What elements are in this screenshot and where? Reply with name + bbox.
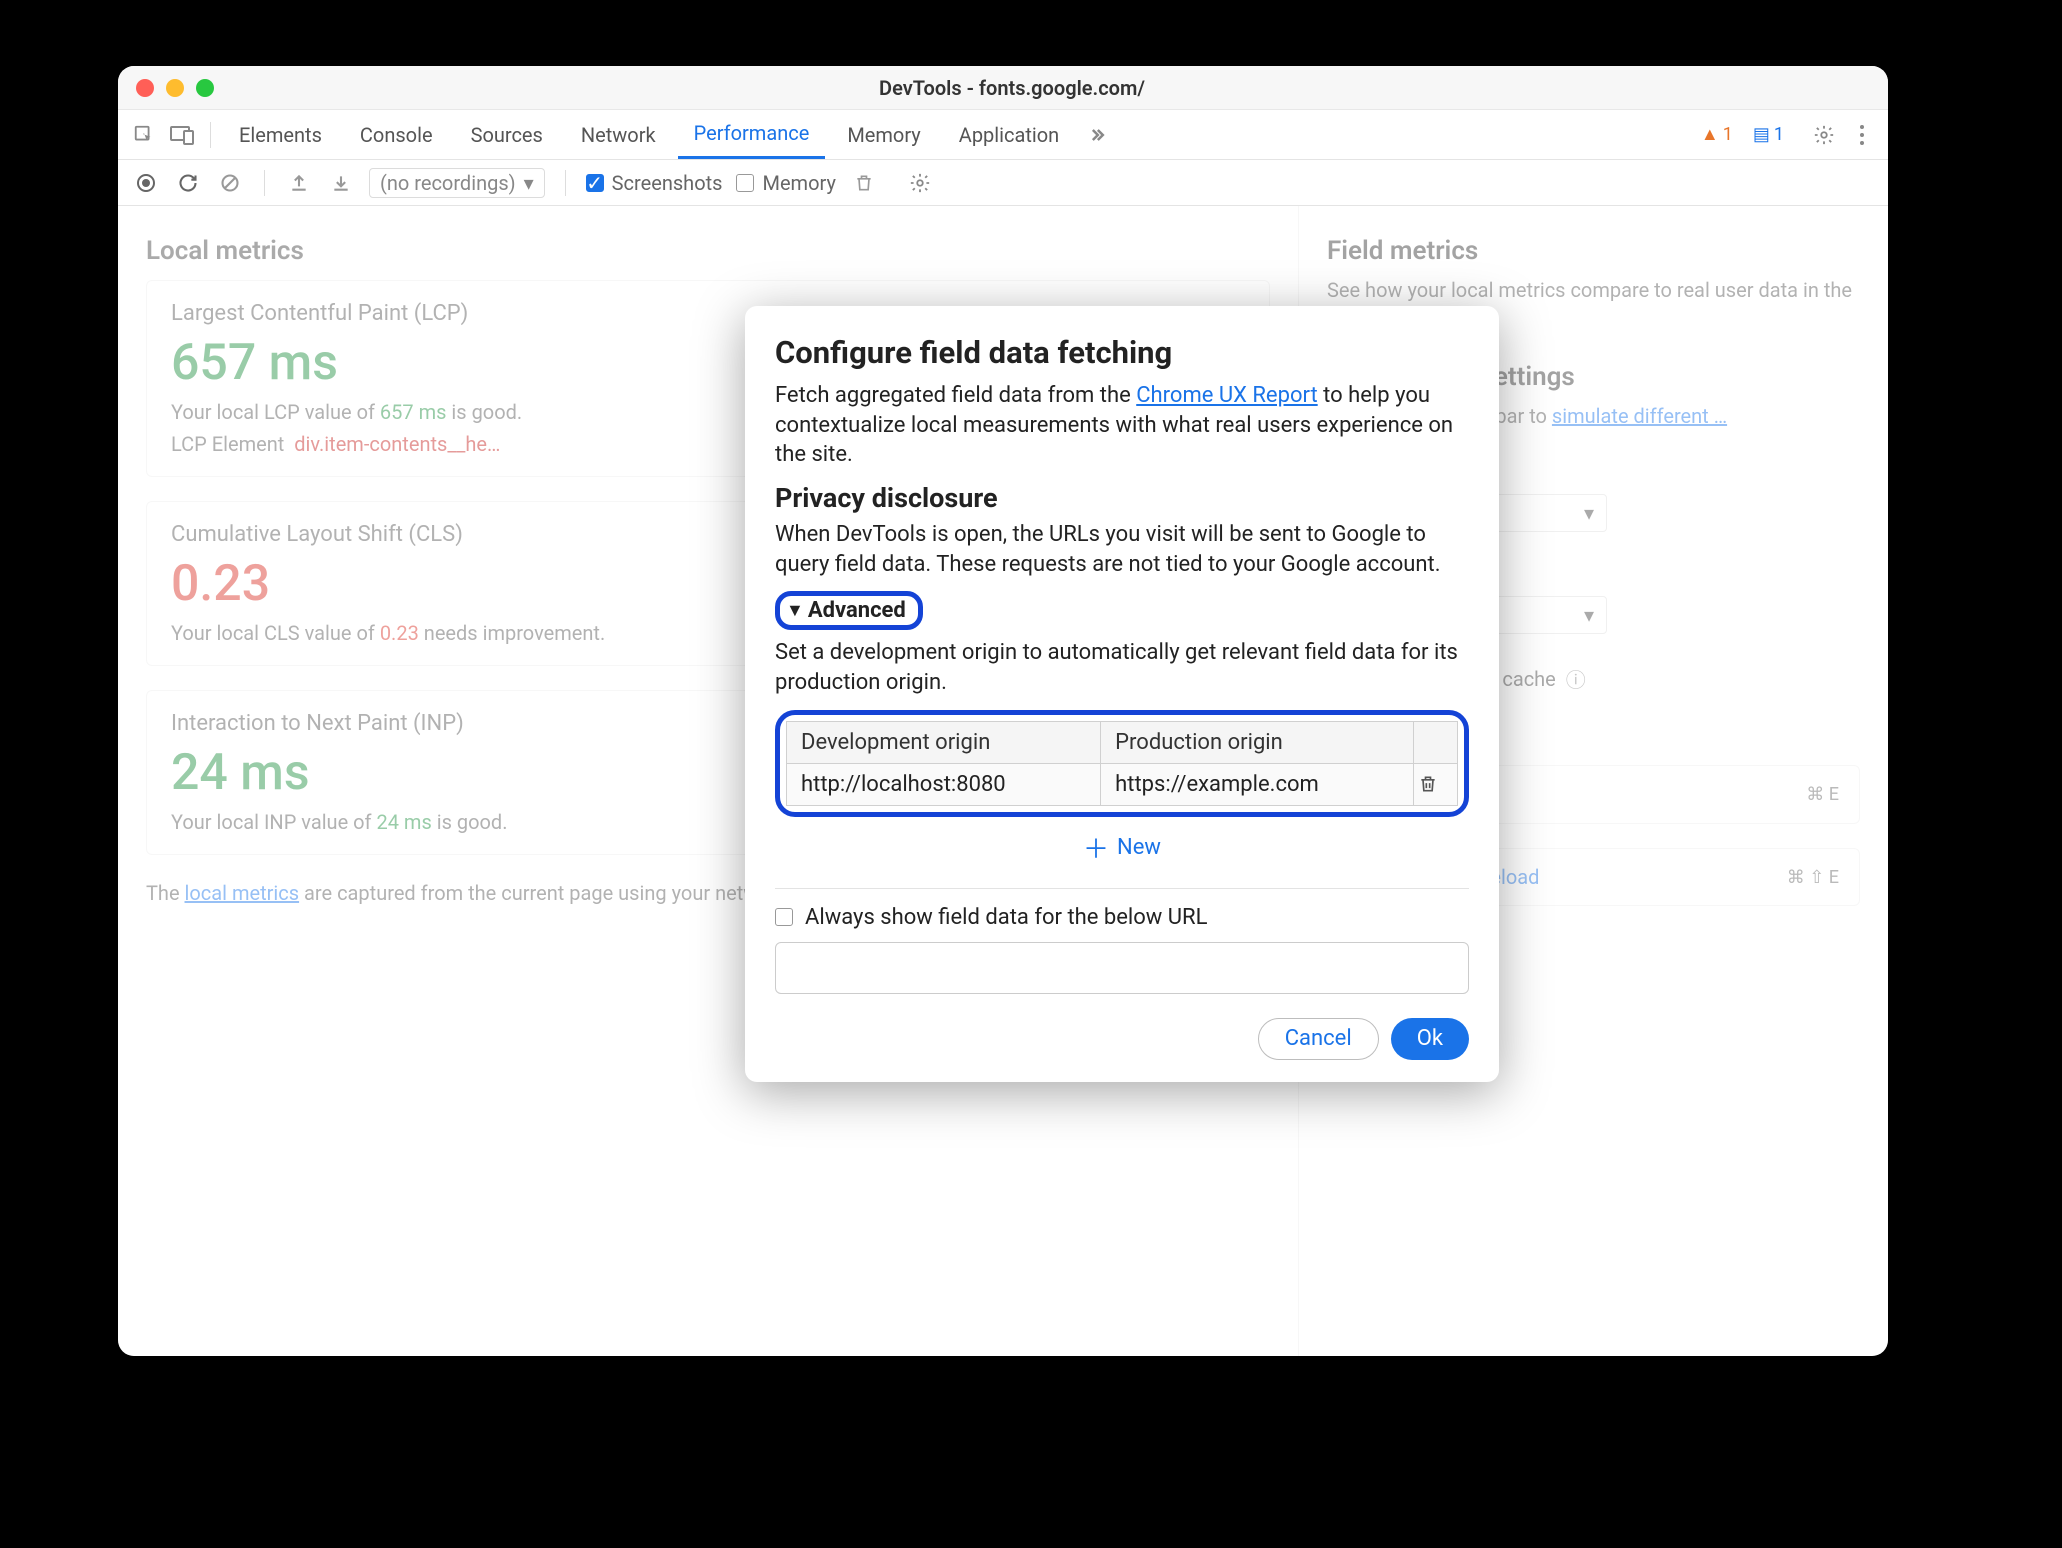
chevron-down-icon: ▾ bbox=[1584, 501, 1594, 525]
divider bbox=[775, 888, 1469, 889]
simulate-link[interactable]: simulate different … bbox=[1552, 404, 1727, 428]
chat-icon: ▤ bbox=[1753, 124, 1770, 145]
upload-icon[interactable] bbox=[285, 169, 313, 197]
ok-button[interactable]: Ok bbox=[1391, 1018, 1469, 1060]
warning-icon: ▲ bbox=[1701, 124, 1719, 145]
disclosure-triangle-icon: ▼ bbox=[786, 600, 804, 621]
tab-memory[interactable]: Memory bbox=[831, 110, 936, 159]
minimize-window-button[interactable] bbox=[166, 79, 184, 97]
dialog-intro: Fetch aggregated field data from the Chr… bbox=[775, 381, 1469, 470]
warnings-badge[interactable]: ▲ 1 bbox=[1701, 124, 1733, 145]
advanced-description: Set a development origin to automaticall… bbox=[775, 638, 1469, 697]
tab-application[interactable]: Application bbox=[943, 110, 1075, 159]
always-show-checkbox[interactable]: Always show field data for the below URL bbox=[775, 905, 1469, 930]
settings-icon[interactable] bbox=[1808, 119, 1840, 151]
prod-origin-cell[interactable]: https://example.com bbox=[1101, 763, 1414, 805]
tab-sources[interactable]: Sources bbox=[455, 110, 559, 159]
table-row: http://localhost:8080 https://example.co… bbox=[787, 763, 1458, 805]
field-data-config-dialog: Configure field data fetching Fetch aggr… bbox=[745, 306, 1499, 1082]
memory-checkbox[interactable]: Memory bbox=[736, 171, 835, 195]
chevron-down-icon: ▾ bbox=[1584, 603, 1594, 627]
chevron-down-icon: ▾ bbox=[524, 171, 534, 195]
crux-link[interactable]: Chrome UX Report bbox=[1136, 383, 1317, 408]
local-metrics-heading: Local metrics bbox=[146, 236, 1270, 266]
devtools-tabbar: Elements Console Sources Network Perform… bbox=[118, 110, 1888, 160]
url-override-input[interactable] bbox=[775, 942, 1469, 994]
trashcan-icon[interactable] bbox=[850, 169, 878, 197]
origin-mapping-block: Development origin Production origin htt… bbox=[775, 710, 1469, 817]
dev-origin-cell[interactable]: http://localhost:8080 bbox=[787, 763, 1101, 805]
local-metrics-link[interactable]: local metrics bbox=[185, 881, 300, 905]
clear-icon[interactable] bbox=[216, 169, 244, 197]
maximize-window-button[interactable] bbox=[196, 79, 214, 97]
issues-badge[interactable]: ▤ 1 bbox=[1753, 124, 1784, 145]
kebab-icon[interactable] bbox=[1846, 119, 1878, 151]
more-tabs-icon[interactable] bbox=[1081, 119, 1113, 151]
tab-elements[interactable]: Elements bbox=[223, 110, 338, 159]
checkbox-icon bbox=[736, 174, 754, 192]
record-icon[interactable] bbox=[132, 169, 160, 197]
table-header-prod: Production origin bbox=[1101, 721, 1414, 763]
privacy-heading: Privacy disclosure bbox=[775, 482, 1469, 514]
checkbox-icon bbox=[775, 908, 793, 926]
recordings-dropdown[interactable]: (no recordings) ▾ bbox=[369, 168, 545, 198]
panel-settings-icon[interactable] bbox=[906, 169, 934, 197]
window-title: DevTools - fonts.google.com/ bbox=[214, 76, 1810, 100]
download-icon[interactable] bbox=[327, 169, 355, 197]
delete-row-icon[interactable] bbox=[1418, 773, 1453, 795]
traffic-lights bbox=[136, 79, 214, 97]
plus-icon: ＋ bbox=[1083, 829, 1109, 866]
reload-shortcut: ⌘ ⇧ E bbox=[1787, 867, 1839, 888]
tab-performance[interactable]: Performance bbox=[678, 110, 826, 159]
record-shortcut: ⌘ E bbox=[1806, 784, 1839, 805]
tab-console[interactable]: Console bbox=[344, 110, 449, 159]
screenshots-checkbox[interactable]: ✓ Screenshots bbox=[586, 171, 723, 195]
dialog-title: Configure field data fetching bbox=[775, 334, 1469, 371]
checkbox-checked-icon: ✓ bbox=[586, 174, 604, 192]
tab-network[interactable]: Network bbox=[565, 110, 672, 159]
help-icon[interactable]: ⓘ bbox=[1566, 664, 1586, 693]
cancel-button[interactable]: Cancel bbox=[1258, 1018, 1379, 1060]
reload-icon[interactable] bbox=[174, 169, 202, 197]
add-mapping-button[interactable]: ＋ New bbox=[775, 817, 1469, 872]
origin-mapping-table: Development origin Production origin htt… bbox=[786, 721, 1458, 806]
field-metrics-heading: Field metrics bbox=[1327, 236, 1860, 266]
advanced-toggle[interactable]: ▼ Advanced bbox=[775, 591, 923, 630]
performance-toolbar: (no recordings) ▾ ✓ Screenshots Memory bbox=[118, 160, 1888, 206]
close-window-button[interactable] bbox=[136, 79, 154, 97]
titlebar: DevTools - fonts.google.com/ bbox=[118, 66, 1888, 110]
privacy-body: When DevTools is open, the URLs you visi… bbox=[775, 520, 1469, 579]
devtools-window: DevTools - fonts.google.com/ Elements Co… bbox=[118, 66, 1888, 1356]
table-header-dev: Development origin bbox=[787, 721, 1101, 763]
device-toolbar-icon[interactable] bbox=[166, 119, 198, 151]
inspect-element-icon[interactable] bbox=[128, 119, 160, 151]
dialog-buttons: Cancel Ok bbox=[775, 1018, 1469, 1060]
